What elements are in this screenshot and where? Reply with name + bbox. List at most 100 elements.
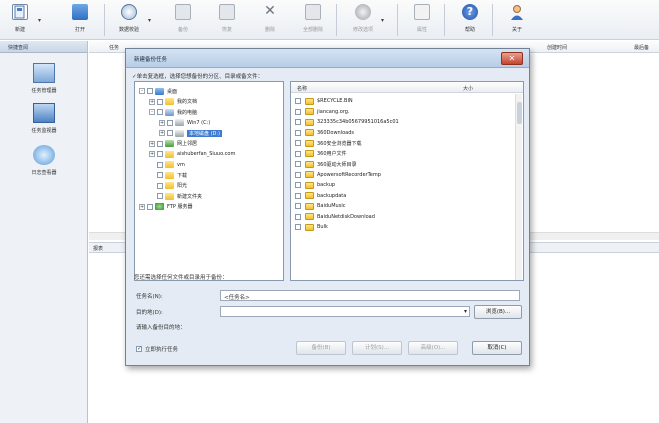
folder-open-icon [72, 4, 88, 20]
tree-node[interactable]: 阳光 [149, 181, 187, 191]
column-size[interactable]: 大小 [463, 85, 473, 92]
backup-button[interactable]: 备份 [168, 2, 198, 38]
file-checkbox[interactable] [295, 98, 301, 104]
scrollbar-thumb[interactable] [517, 102, 522, 124]
backup-options-button[interactable]: 备份(B) [296, 341, 346, 355]
dialog-title-bar[interactable]: 新建备份任务 ✕ [126, 49, 529, 68]
expand-icon[interactable]: + [149, 98, 155, 105]
tree-node-checkbox[interactable] [167, 130, 173, 136]
chevron-down-icon[interactable]: ▾ [148, 17, 151, 24]
file-row[interactable]: 360驱动大师目录 [295, 159, 357, 169]
tree-node-checkbox[interactable] [157, 109, 163, 115]
tree-node[interactable]: + 我的文档 [149, 97, 197, 107]
tree-node[interactable]: - 我的电脑 [149, 107, 197, 117]
column-last-backup[interactable]: 最后备 [634, 44, 649, 51]
folder-tree[interactable]: - 桌面 + 我的文档 - 我的电脑 + Win7 (C:) + 本地磁盘 (D:) + 网上邻居 + a… [134, 81, 284, 281]
verify-button[interactable]: 数据校验 [114, 2, 144, 38]
file-checkbox[interactable] [295, 140, 301, 146]
tree-node[interactable]: + Win7 (C:) [159, 118, 210, 128]
file-row[interactable]: 360Downloads [295, 128, 354, 138]
file-checkbox[interactable] [295, 203, 301, 209]
column-created-time[interactable]: 创建时间 [547, 44, 567, 51]
file-checkbox[interactable] [295, 129, 301, 136]
settings-icon [355, 4, 371, 20]
tree-node-checkbox[interactable] [157, 161, 163, 168]
restore-button[interactable]: 恢复 [212, 2, 242, 38]
file-checkbox[interactable] [295, 108, 301, 115]
tree-node-checkbox[interactable] [147, 203, 153, 210]
tree-node[interactable]: - 桌面 [139, 86, 177, 96]
schedule-button[interactable]: 计划(S)... [352, 341, 402, 355]
file-row[interactable]: $RECYCLE.BIN [295, 96, 353, 106]
run-now-checkbox[interactable] [136, 345, 142, 352]
settings-button[interactable]: 修改选项 [348, 2, 378, 38]
file-checkbox[interactable] [295, 150, 301, 157]
delete-button[interactable]: ✕ 删除 [255, 2, 285, 38]
file-row[interactable]: backupdata [295, 191, 346, 201]
expand-icon[interactable]: + [149, 140, 155, 147]
expand-icon[interactable]: + [149, 151, 155, 157]
expand-icon[interactable]: + [159, 130, 165, 136]
tree-node-checkbox[interactable] [157, 193, 163, 199]
tree-node-checkbox[interactable] [157, 98, 163, 105]
tree-node-checkbox[interactable] [157, 140, 163, 147]
file-checkbox[interactable] [295, 192, 301, 199]
file-row[interactable]: BaiduNetdiskDownload [295, 212, 375, 222]
collapse-icon[interactable]: - [149, 109, 155, 115]
file-row[interactable]: 360用户文件 [295, 149, 347, 159]
browse-button[interactable]: 浏览(B)... [474, 305, 522, 319]
chevron-down-icon[interactable]: ▾ [38, 17, 41, 24]
tree-node[interactable]: vm [149, 160, 185, 170]
vertical-scrollbar[interactable] [515, 94, 522, 280]
tree-node-checkbox[interactable] [157, 172, 163, 178]
run-now-option[interactable]: 立即执行任务 [136, 345, 178, 353]
file-row[interactable]: jiancang.org. [295, 107, 350, 117]
tree-node-checkbox[interactable] [167, 119, 173, 126]
cancel-button[interactable]: 取消(C) [472, 341, 522, 355]
file-checkbox[interactable] [295, 224, 301, 230]
file-row[interactable]: backup [295, 180, 335, 190]
file-row[interactable]: 360安全浏览器下载 [295, 138, 362, 148]
tree-node[interactable]: 下载 [149, 170, 187, 180]
tree-node-checkbox[interactable] [157, 151, 163, 157]
properties-button[interactable]: 属性 [407, 2, 437, 38]
delete-all-button[interactable]: 全部删除 [298, 2, 328, 38]
close-button[interactable]: ✕ [501, 52, 523, 65]
file-row[interactable]: BaiduMusic [295, 201, 345, 211]
file-checkbox[interactable] [295, 171, 301, 178]
tree-node-checkbox[interactable] [147, 88, 153, 94]
open-button[interactable]: 打开 [65, 2, 95, 38]
file-row[interactable]: ApowersoftRecorderTemp [295, 170, 381, 180]
new-task-button[interactable]: 新建 [5, 2, 35, 38]
collapse-icon[interactable]: - [139, 88, 145, 94]
file-checkbox[interactable] [295, 119, 301, 125]
advanced-button[interactable]: 高级(O)... [408, 341, 458, 355]
file-list[interactable]: 名称 大小 $RECYCLE.BIN jiancang.org. 323335c34… [290, 81, 524, 281]
chevron-down-icon[interactable]: ▾ [381, 17, 384, 24]
file-checkbox[interactable] [295, 182, 301, 188]
tree-node-label: 网上邻居 [177, 141, 198, 147]
task-monitor-label: 任务监视器 [31, 128, 57, 134]
file-checkbox[interactable] [295, 161, 301, 167]
expand-icon[interactable]: + [159, 119, 165, 126]
task-manager-label: 任务管理器 [31, 88, 57, 94]
tree-node[interactable]: 新建文件夹 [149, 191, 202, 201]
task-name-input[interactable]: <任务名> [220, 290, 520, 301]
file-row[interactable]: Bulk [295, 222, 328, 232]
file-row[interactable]: 323335c34b05679951016a5c01 [295, 117, 399, 127]
file-checkbox[interactable] [295, 213, 301, 220]
report-tab[interactable]: 报表 [93, 245, 103, 252]
target-select[interactable]: ▾ [220, 306, 470, 317]
help-button[interactable]: ? 帮助 [455, 2, 485, 38]
about-button[interactable]: 关于 [502, 2, 532, 38]
column-name[interactable]: 名称 [297, 85, 307, 92]
tree-node[interactable]: + 本地磁盘 (D:) [159, 128, 223, 138]
restore-icon [219, 4, 235, 20]
column-task[interactable]: 任务 [109, 44, 119, 51]
expand-icon[interactable]: + [139, 203, 145, 210]
task-manager-icon [33, 63, 55, 83]
tree-node-checkbox[interactable] [157, 182, 163, 189]
tree-node[interactable]: + aishuberfan_Siuuo.com [149, 149, 235, 159]
tree-node[interactable]: + 网上邻居 [149, 139, 197, 149]
tree-node[interactable]: + FTP 服务器 [139, 202, 192, 212]
